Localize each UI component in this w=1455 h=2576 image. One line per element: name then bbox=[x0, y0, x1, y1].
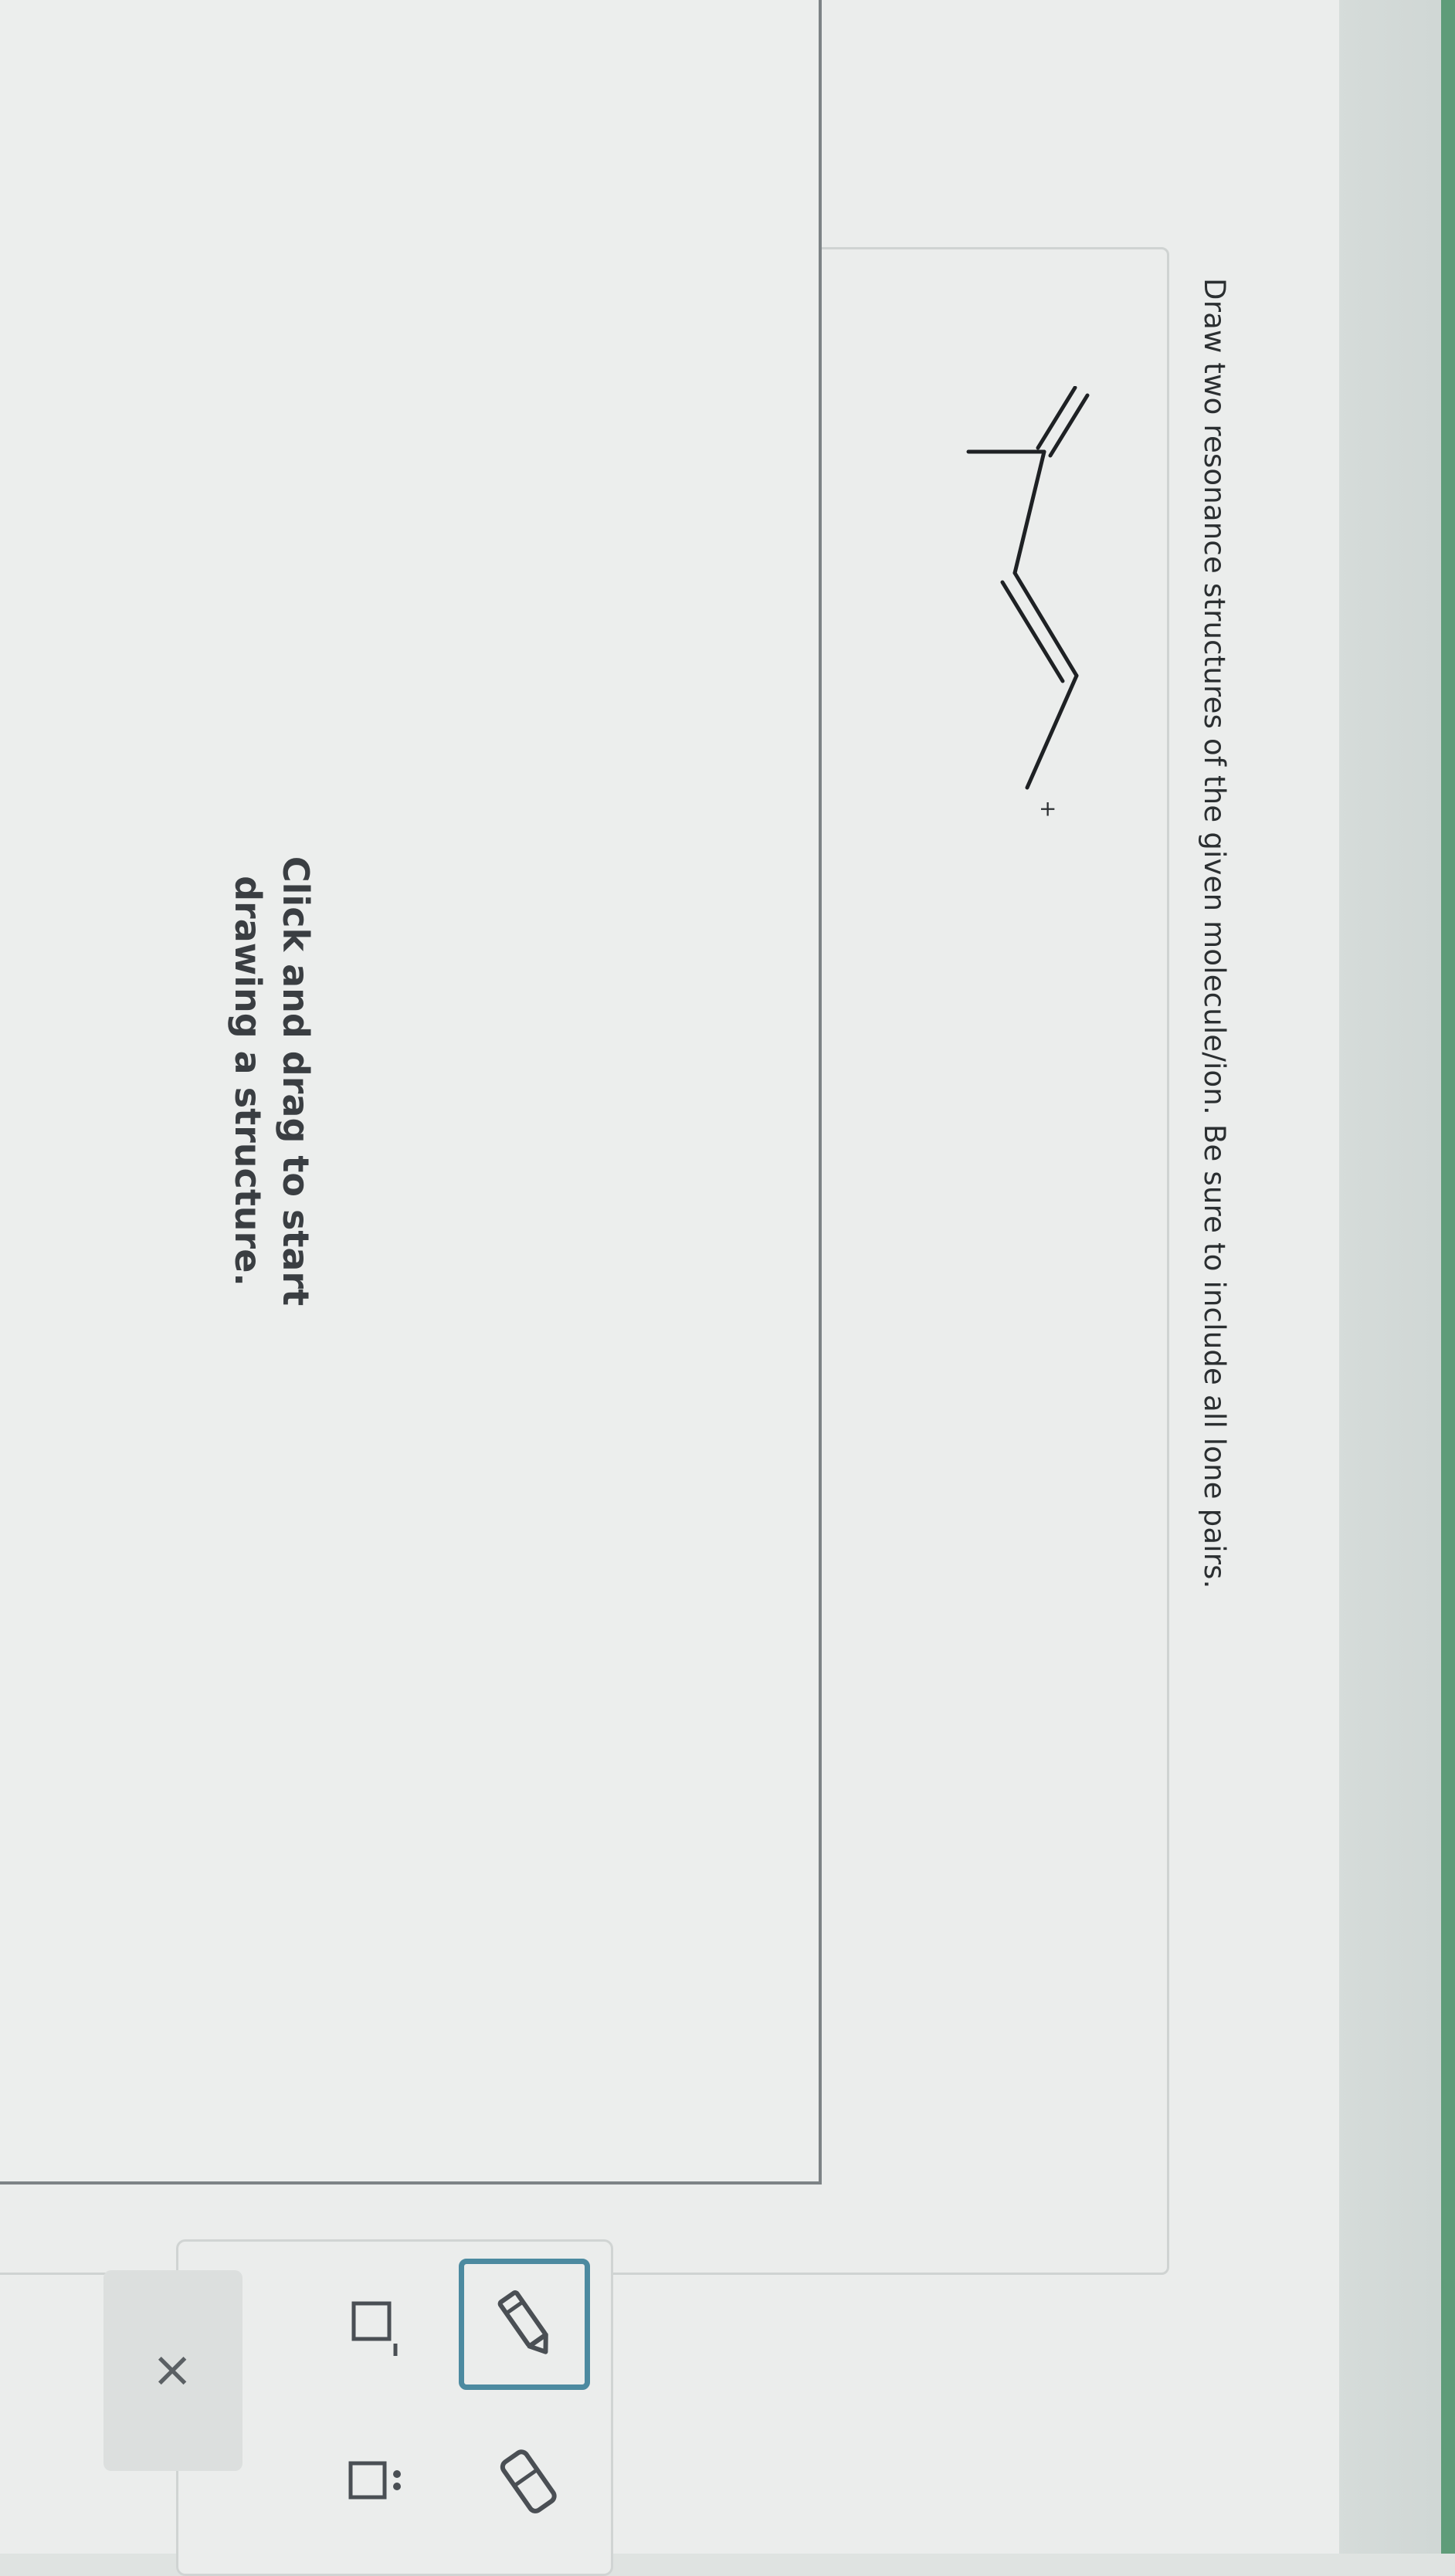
eraser-tool-button[interactable] bbox=[470, 2425, 586, 2540]
bond-c3-c4-b bbox=[1000, 580, 1065, 683]
lone-pair-tool-button[interactable] bbox=[312, 2425, 428, 2540]
close-icon: × bbox=[144, 2350, 202, 2391]
drawing-canvas[interactable] bbox=[0, 0, 822, 2185]
bond-c2-c3 bbox=[1012, 449, 1046, 575]
pencil-tool-button[interactable] bbox=[459, 2259, 590, 2390]
bond-terminal-methylene-b bbox=[1036, 386, 1077, 450]
app-window: Draw two resonance structures of the giv… bbox=[0, 0, 1455, 2576]
bond-terminal-methylene-a bbox=[1048, 393, 1090, 458]
charge-tool-button[interactable] bbox=[312, 2266, 428, 2382]
charge-icon bbox=[351, 2301, 398, 2356]
bond-c4-c5 bbox=[1025, 673, 1079, 790]
eraser-icon bbox=[500, 2449, 557, 2513]
bond-c3-c4-a bbox=[1012, 571, 1079, 678]
canvas-hint: Click and drag to start drawing a struct… bbox=[227, 856, 317, 1307]
header-accent bbox=[1441, 0, 1455, 2554]
lone-pair-icon bbox=[348, 2461, 401, 2500]
pencil-icon bbox=[497, 2290, 548, 2354]
clear-button[interactable]: × bbox=[103, 2270, 242, 2471]
question-prompt: Draw two resonance structures of the giv… bbox=[1198, 278, 1231, 1589]
top-bar bbox=[1331, 0, 1455, 2554]
positive-charge-label: + bbox=[1036, 800, 1061, 818]
